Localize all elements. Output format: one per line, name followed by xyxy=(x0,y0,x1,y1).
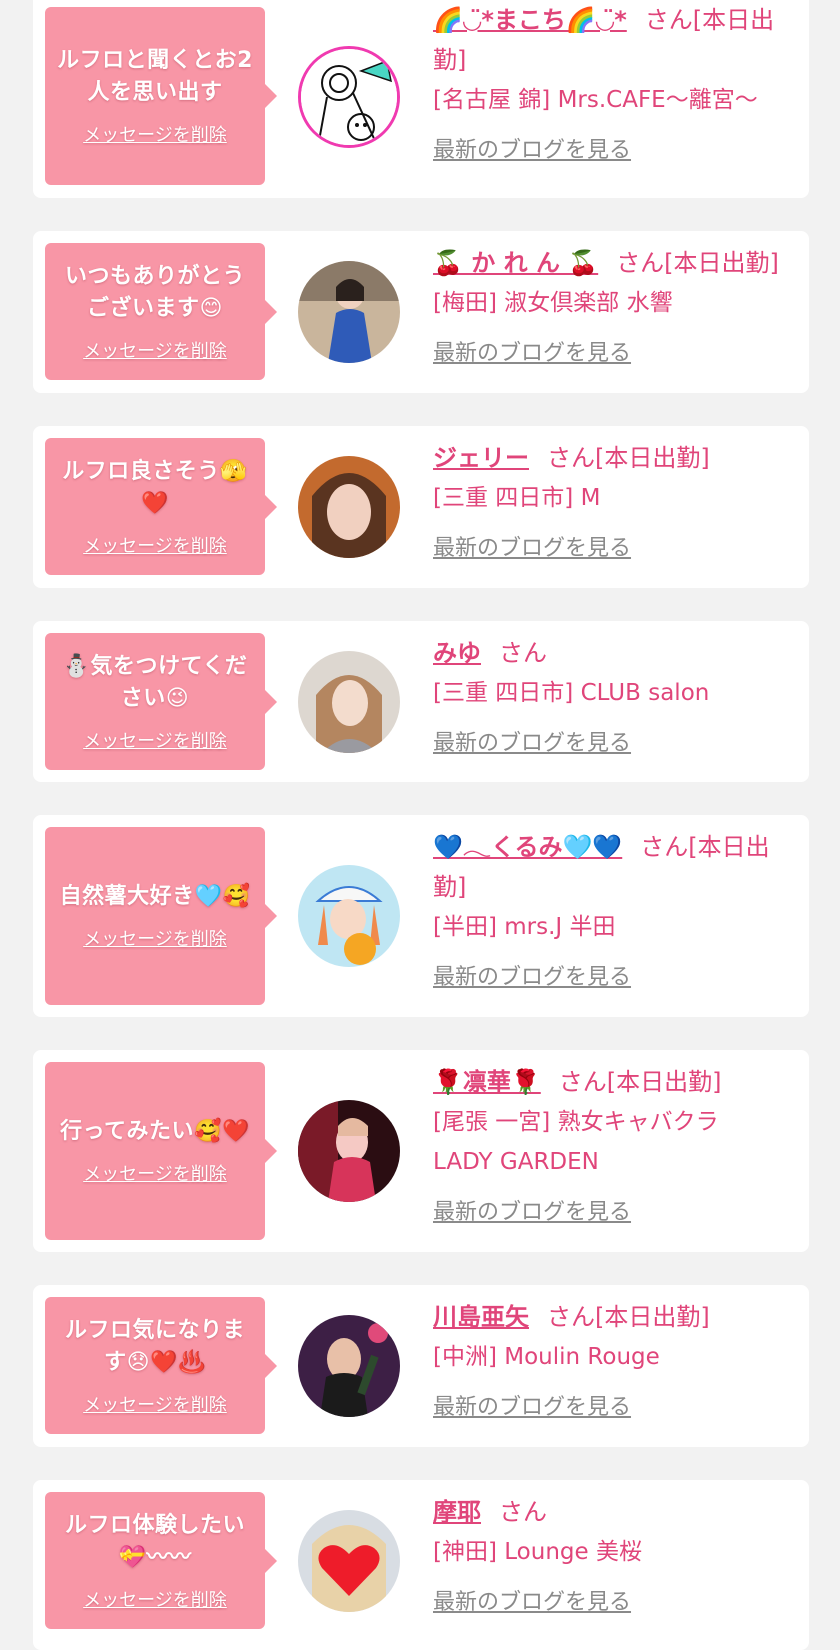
sender-name-link[interactable]: 川島亜矢 xyxy=(433,1303,529,1331)
sender-name-link[interactable]: 🌈◡̈*まこち🌈◡̈* xyxy=(433,6,627,34)
photo-avatar-icon xyxy=(298,651,400,753)
shop-name: [神田] Lounge 美桜 xyxy=(433,1539,642,1565)
latest-blog-link[interactable]: 最新のブログを見る xyxy=(433,725,631,757)
sender-name-link[interactable]: みゆ xyxy=(433,639,481,667)
shop-name: [梅田] 淑女倶楽部 水響 xyxy=(433,290,673,316)
delete-message-link[interactable]: メッセージを削除 xyxy=(83,121,227,147)
message-text: 自然薯大好き🩵🥰 xyxy=(59,884,251,909)
message-bubble: ⛄気をつけてください😉 メッセージを削除 xyxy=(45,633,277,770)
message-bubble: ルフロ体験したい💝〰〰 メッセージを削除 xyxy=(45,1492,277,1629)
delete-message-link[interactable]: メッセージを削除 xyxy=(83,1586,227,1612)
sender-info: 摩耶 さん [神田] Lounge 美桜 最新のブログを見る xyxy=(433,1492,783,1616)
message-text: 行ってみたい🥰❤️ xyxy=(60,1119,250,1144)
delete-message-link[interactable]: メッセージを削除 xyxy=(83,1160,227,1186)
shop-name: [半田] mrs.J 半田 xyxy=(433,914,616,940)
message-text: ルフロと聞くとお2人を思い出す xyxy=(57,48,253,105)
heart-cover-avatar-icon xyxy=(298,1510,400,1612)
sender-name-link[interactable]: 摩耶 xyxy=(433,1498,481,1526)
message-card: 行ってみたい🥰❤️ メッセージを削除 🌹凛華🌹 さん[本日出勤] [尾張 一宮] … xyxy=(33,1050,809,1252)
message-card: ⛄気をつけてください😉 メッセージを削除 みゆ さん [三重 四日市] CLUB … xyxy=(33,621,809,782)
message-card: いつもありがとうございます😊 メッセージを削除 🍒 か れ ん 🍒 さん[本日出勤… xyxy=(33,231,809,393)
sender-name-link[interactable]: 🌹凛華🌹 xyxy=(433,1068,541,1096)
sender-name-link[interactable]: 💙𓂃くるみ🩵💙 xyxy=(433,833,622,861)
message-card: ルフロと聞くとお2人を思い出す メッセージを削除 🌈◡̈*まこち🌈◡̈* さん[本… xyxy=(33,0,809,198)
sender-status: さん[本日出勤] xyxy=(547,1303,710,1331)
shop-name: [三重 四日市] CLUB salon xyxy=(433,680,710,706)
avatar[interactable] xyxy=(298,1510,400,1612)
message-bubble: ルフロ良さそう🫣❤️ メッセージを削除 xyxy=(45,438,277,575)
sender-status: さん[本日出勤] xyxy=(558,1068,722,1096)
sender-status: さん xyxy=(499,1498,547,1526)
message-bubble: いつもありがとうございます😊 メッセージを削除 xyxy=(45,243,277,380)
message-bubble: 自然薯大好き🩵🥰 メッセージを削除 xyxy=(45,827,277,1005)
sender-name-link[interactable]: 🍒 か れ ん 🍒 xyxy=(433,249,598,277)
delete-message-link[interactable]: メッセージを削除 xyxy=(83,337,227,363)
delete-message-link[interactable]: メッセージを削除 xyxy=(83,532,227,558)
photo-avatar-icon xyxy=(298,1100,400,1202)
message-bubble: 行ってみたい🥰❤️ メッセージを削除 xyxy=(45,1062,277,1240)
avatar[interactable] xyxy=(298,865,400,967)
sender-info: 💙𓂃くるみ🩵💙 さん[本日出勤] [半田] mrs.J 半田 最新のブログを見る xyxy=(433,827,783,991)
latest-blog-link[interactable]: 最新のブログを見る xyxy=(433,1389,631,1421)
sender-info: 川島亜矢 さん[本日出勤] [中洲] Moulin Rouge 最新のブログを見る xyxy=(433,1297,783,1421)
latest-blog-link[interactable]: 最新のブログを見る xyxy=(433,335,631,367)
latest-blog-link[interactable]: 最新のブログを見る xyxy=(433,1584,631,1616)
latest-blog-link[interactable]: 最新のブログを見る xyxy=(433,959,631,991)
avatar[interactable] xyxy=(298,1100,400,1202)
sender-status: さん[本日出勤] xyxy=(547,444,710,472)
sender-info: 🌹凛華🌹 さん[本日出勤] [尾張 一宮] 熟女キャバクラ LADY GARDEN… xyxy=(433,1062,783,1226)
delete-message-link[interactable]: メッセージを削除 xyxy=(83,1391,227,1417)
shop-name: [三重 四日市] M xyxy=(433,485,601,511)
message-text: ⛄気をつけてください😉 xyxy=(62,653,248,711)
avatar[interactable] xyxy=(298,456,400,558)
photo-avatar-icon xyxy=(298,261,400,363)
shop-name: [尾張 一宮] 熟女キャバクラ LADY GARDEN xyxy=(433,1109,719,1175)
message-card: 自然薯大好き🩵🥰 メッセージを削除 💙𓂃くるみ🩵💙 さん[本日出勤] [半田] m… xyxy=(33,815,809,1017)
delete-message-link[interactable]: メッセージを削除 xyxy=(83,727,227,753)
message-bubble: ルフロと聞くとお2人を思い出す メッセージを削除 xyxy=(45,7,277,185)
latest-blog-link[interactable]: 最新のブログを見る xyxy=(433,132,631,164)
message-card: ルフロ体験したい💝〰〰 メッセージを削除 摩耶 さん [神田] Lounge 美桜… xyxy=(33,1480,809,1650)
message-text: ルフロ気になります😞❤️♨️ xyxy=(64,1317,245,1375)
shop-name: [中洲] Moulin Rouge xyxy=(433,1344,660,1370)
doodle-avatar-icon xyxy=(301,49,397,145)
avatar[interactable] xyxy=(298,261,400,363)
sender-info: 🌈◡̈*まこち🌈◡̈* さん[本日出勤] [名古屋 錦] Mrs.CAFE～離宮～… xyxy=(433,0,783,164)
message-text: ルフロ体験したい💝〰〰 xyxy=(64,1512,245,1570)
photo-avatar-icon xyxy=(298,865,400,967)
message-bubble: ルフロ気になります😞❤️♨️ メッセージを削除 xyxy=(45,1297,277,1434)
sender-status: さん xyxy=(499,639,547,667)
avatar[interactable] xyxy=(298,651,400,753)
message-text: いつもありがとうございます😊 xyxy=(64,263,245,321)
photo-avatar-icon xyxy=(298,1315,400,1417)
avatar[interactable] xyxy=(298,1315,400,1417)
avatar[interactable] xyxy=(298,46,400,148)
sender-info: 🍒 か れ ん 🍒 さん[本日出勤] [梅田] 淑女倶楽部 水響 最新のブログを見… xyxy=(433,243,783,367)
photo-avatar-icon xyxy=(298,456,400,558)
message-text: ルフロ良さそう🫣❤️ xyxy=(62,458,248,516)
sender-status: さん[本日出勤] xyxy=(616,249,779,277)
message-card: ルフロ気になります😞❤️♨️ メッセージを削除 川島亜矢 さん[本日出勤] [中洲… xyxy=(33,1285,809,1447)
sender-info: みゆ さん [三重 四日市] CLUB salon 最新のブログを見る xyxy=(433,633,783,757)
sender-name-link[interactable]: ジェリー xyxy=(433,444,529,472)
message-card: ルフロ良さそう🫣❤️ メッセージを削除 ジェリー さん[本日出勤] [三重 四日市… xyxy=(33,426,809,588)
shop-name: [名古屋 錦] Mrs.CAFE～離宮～ xyxy=(433,87,758,113)
sender-info: ジェリー さん[本日出勤] [三重 四日市] M 最新のブログを見る xyxy=(433,438,783,562)
latest-blog-link[interactable]: 最新のブログを見る xyxy=(433,1194,631,1226)
latest-blog-link[interactable]: 最新のブログを見る xyxy=(433,530,631,562)
delete-message-link[interactable]: メッセージを削除 xyxy=(83,925,227,951)
